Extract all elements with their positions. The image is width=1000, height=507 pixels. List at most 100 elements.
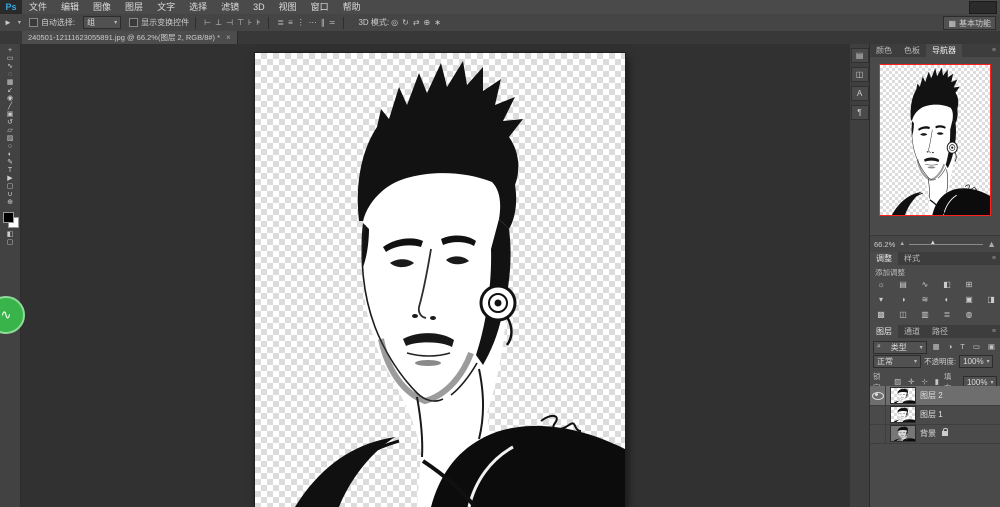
history-brush-tool[interactable]: ↺ <box>0 119 20 127</box>
filter-pixel-layers-icon[interactable]: ▦ <box>931 340 942 354</box>
quick-mask-icon[interactable]: ◧ <box>0 231 20 239</box>
slider-thumb[interactable]: ▲ <box>930 240 936 246</box>
exposure-icon[interactable]: ◧ <box>940 279 954 290</box>
color-lookup-icon[interactable]: ◨ <box>984 294 998 305</box>
current-tool-icon[interactable]: ► ▾ <box>4 18 21 27</box>
distribute-center-icon[interactable]: ∥ <box>319 16 327 30</box>
align-middle-icon[interactable]: ⊦ <box>246 16 254 30</box>
panel-menu-icon[interactable]: ≡ <box>988 44 1000 57</box>
tab-layers[interactable]: 图层 <box>870 325 898 338</box>
align-right-icon[interactable]: ⊣ <box>224 16 235 30</box>
layer-name[interactable]: 图层 1 <box>920 409 943 420</box>
filter-adjustment-layers-icon[interactable]: ◑ <box>946 340 955 354</box>
layer-name[interactable]: 图层 2 <box>920 390 943 401</box>
align-left-icon[interactable]: ⊢ <box>202 16 213 30</box>
quick-selection-tool[interactable]: ◌ <box>0 71 20 79</box>
tab-styles[interactable]: 样式 <box>898 252 926 265</box>
tab-paths[interactable]: 路径 <box>926 325 954 338</box>
hand-tool[interactable]: ∪ <box>0 191 20 199</box>
document-canvas[interactable] <box>255 53 625 507</box>
channel-mixer-icon[interactable]: ▣ <box>962 294 976 305</box>
curves-icon[interactable]: ∿ <box>918 279 932 290</box>
shape-tool[interactable]: ▢ <box>0 183 20 191</box>
align-bottom-icon[interactable]: ⊧ <box>254 16 262 30</box>
distribute-right-icon[interactable]: ≍ <box>327 16 338 30</box>
distribute-top-icon[interactable]: ≣ <box>275 16 286 30</box>
navigator-preview[interactable] <box>879 64 991 216</box>
panel-menu-icon[interactable]: ≡ <box>988 325 1000 338</box>
black-white-icon[interactable]: ≋ <box>918 294 932 305</box>
layer-thumbnail[interactable] <box>890 387 916 404</box>
close-icon[interactable]: × <box>226 33 231 42</box>
zoom-readout[interactable]: 66.2% <box>874 240 895 249</box>
type-tool[interactable]: T <box>0 167 20 175</box>
photo-filter-icon[interactable]: ◐ <box>940 294 954 305</box>
visibility-toggle[interactable] <box>870 405 886 424</box>
selective-color-icon[interactable]: ◍ <box>962 309 976 320</box>
distribute-middle-icon[interactable]: ≡ <box>286 16 295 30</box>
workspace-switcher[interactable]: ▦ 基本功能 <box>943 16 996 30</box>
brightness-contrast-icon[interactable]: ☼ <box>874 279 888 290</box>
brush-tool[interactable]: ╱ <box>0 103 20 111</box>
pen-tool[interactable]: ✎ <box>0 159 20 167</box>
filter-type-layers-icon[interactable]: T <box>958 340 967 354</box>
menu-window[interactable]: 窗口 <box>304 0 336 14</box>
show-transform-checkbox[interactable]: 显示变换控件 <box>129 17 189 28</box>
opacity-dropdown[interactable]: 100% ▾ <box>959 355 993 368</box>
layer-name[interactable]: 背景 <box>920 428 936 439</box>
menu-select[interactable]: 选择 <box>182 0 214 14</box>
menu-filter[interactable]: 滤镜 <box>214 0 246 14</box>
gradient-map-icon[interactable]: ≣ <box>940 309 954 320</box>
auto-select-target-dropdown[interactable]: 组 ▾ <box>83 16 121 29</box>
filter-shape-layers-icon[interactable]: ▭ <box>971 340 982 354</box>
path-selection-tool[interactable]: ▶ <box>0 175 20 183</box>
dodge-tool[interactable]: ◐ <box>0 151 20 159</box>
zoom-out-icon[interactable]: ▲ <box>899 241 905 247</box>
threshold-icon[interactable]: ▥ <box>918 309 932 320</box>
layer-thumbnail[interactable] <box>890 406 916 423</box>
paragraph-panel-icon[interactable]: ¶ <box>851 105 869 120</box>
tab-color[interactable]: 颜色 <box>870 44 898 57</box>
tab-navigator[interactable]: 导航器 <box>926 44 962 57</box>
panel-menu-icon[interactable]: ≡ <box>988 252 1000 265</box>
align-center-v-icon[interactable]: ⊥ <box>213 16 224 30</box>
canvas-area[interactable] <box>21 44 850 507</box>
align-top-icon[interactable]: ⊤ <box>235 16 246 30</box>
history-panel-icon[interactable]: ▤ <box>851 48 869 63</box>
3d-roll-icon[interactable]: ↻ <box>400 16 411 30</box>
window-controls[interactable] <box>969 1 997 14</box>
marquee-tool[interactable]: ▭ <box>0 55 20 63</box>
invert-icon[interactable]: ▩ <box>874 309 888 320</box>
layer-filter-dropdown[interactable]: ⌕ 类型 ▾ <box>873 341 927 354</box>
tab-adjustments[interactable]: 调整 <box>870 252 898 265</box>
menu-edit[interactable]: 编辑 <box>54 0 86 14</box>
move-tool[interactable]: + <box>0 47 20 55</box>
menu-file[interactable]: 文件 <box>22 0 54 14</box>
layer-row-background[interactable]: 背景 <box>870 424 1000 444</box>
tab-channels[interactable]: 通道 <box>898 325 926 338</box>
foreground-color-swatch[interactable] <box>3 212 14 223</box>
lasso-tool[interactable]: ∿ <box>0 63 20 71</box>
menu-image[interactable]: 图像 <box>86 0 118 14</box>
blur-tool[interactable]: ○ <box>0 143 20 151</box>
healing-brush-tool[interactable]: ◉ <box>0 95 20 103</box>
visibility-toggle[interactable] <box>870 386 886 405</box>
levels-icon[interactable]: ▤ <box>896 279 910 290</box>
document-tab[interactable]: 240501-12111623055891.jpg @ 66.2%(图层 2, … <box>22 31 238 44</box>
3d-pan-icon[interactable]: ⇄ <box>411 16 422 30</box>
3d-scale-icon[interactable]: ∗ <box>432 16 443 30</box>
3d-slide-icon[interactable]: ⊕ <box>422 16 433 30</box>
layer-row-1[interactable]: 图层 1 <box>870 405 1000 425</box>
tab-swatches[interactable]: 色板 <box>898 44 926 57</box>
blend-mode-dropdown[interactable]: 正常 ▾ <box>873 355 921 368</box>
vibrance-icon[interactable]: ⊞ <box>962 279 976 290</box>
properties-panel-icon[interactable]: ◫ <box>851 67 869 82</box>
gradient-tool[interactable]: ▨ <box>0 135 20 143</box>
character-panel-icon[interactable]: A <box>851 86 869 101</box>
visibility-toggle[interactable] <box>870 424 886 443</box>
hue-saturation-icon[interactable]: ▾ <box>874 294 888 305</box>
screen-mode-icon[interactable]: ▢ <box>0 239 20 247</box>
menu-view[interactable]: 视图 <box>272 0 304 14</box>
menu-3d[interactable]: 3D <box>246 0 272 14</box>
eyedropper-tool[interactable]: ↙ <box>0 87 20 95</box>
